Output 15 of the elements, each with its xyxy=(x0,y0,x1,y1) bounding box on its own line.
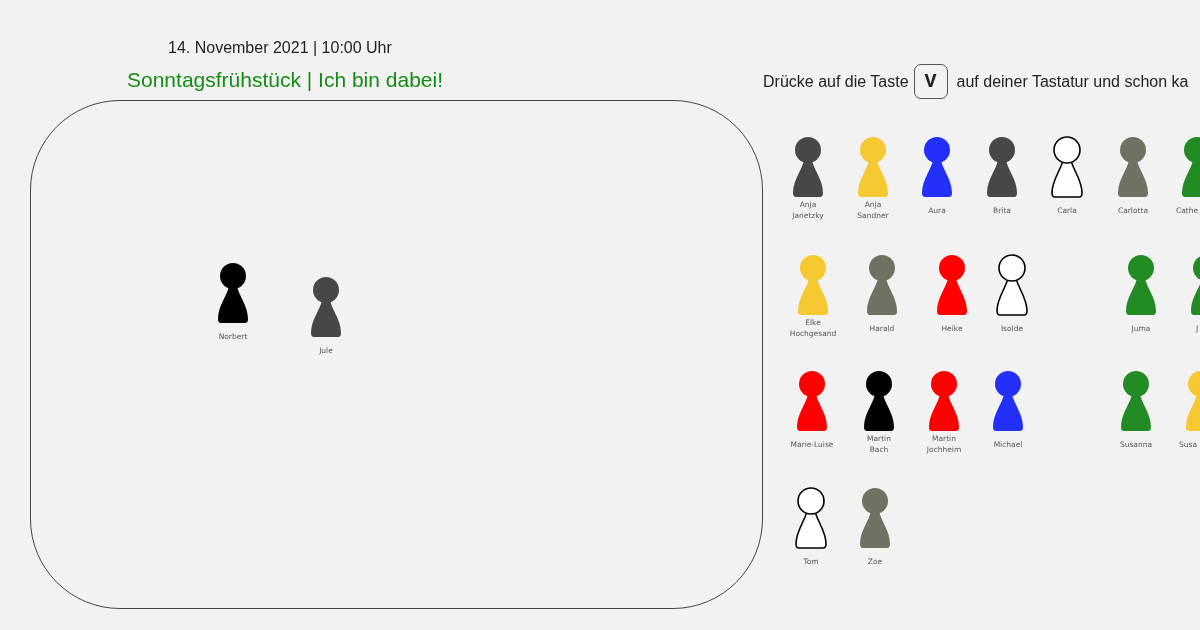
pawn-icon[interactable] xyxy=(1051,136,1083,198)
pawn-icon[interactable] xyxy=(996,254,1028,316)
instruction-text: auf deiner Tastatur und schon ka xyxy=(956,71,1189,92)
pawn-icon[interactable] xyxy=(921,136,953,198)
pawn-icon[interactable] xyxy=(795,487,827,549)
pawn-icon[interactable] xyxy=(217,262,249,324)
pawn-icon[interactable] xyxy=(992,370,1024,432)
event-title: Sonntagsfrühstück | Ich bin dabei! xyxy=(127,67,443,93)
keyboard-key: V xyxy=(913,64,948,99)
event-date: 14. November 2021 | 10:00 Uhr xyxy=(168,38,392,58)
pawn-icon[interactable] xyxy=(863,370,895,432)
pawn-icon[interactable] xyxy=(986,136,1018,198)
pawn-icon[interactable] xyxy=(310,276,342,338)
pawn-icon[interactable] xyxy=(792,136,824,198)
instruction-text: Drücke auf die Taste xyxy=(763,71,909,92)
